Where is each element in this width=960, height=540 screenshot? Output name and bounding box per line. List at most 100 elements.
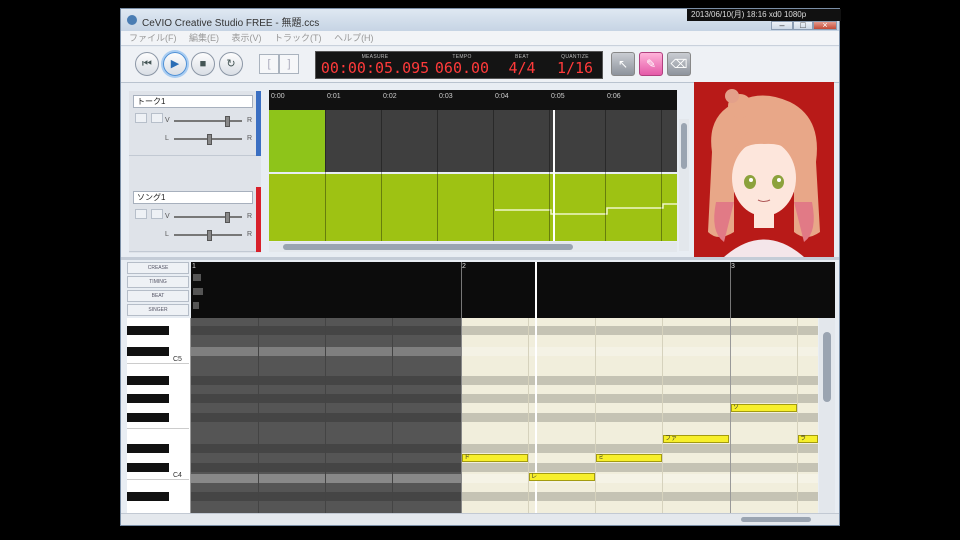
param-label[interactable]: SINGER xyxy=(127,304,189,316)
black-key[interactable] xyxy=(127,347,169,356)
menu-track[interactable]: トラック(T) xyxy=(274,31,322,46)
measure-ruler[interactable]: 1 2 3 xyxy=(191,262,835,318)
solo-button[interactable] xyxy=(151,209,163,219)
track-header-talk[interactable]: トーク1 V R L R xyxy=(129,91,261,156)
loop-button[interactable]: ↻ xyxy=(219,52,243,76)
arranger-vscrollbar[interactable] xyxy=(679,119,689,251)
note[interactable]: ド xyxy=(462,454,528,462)
play-button[interactable]: ▶ xyxy=(163,52,187,76)
note[interactable]: レ xyxy=(529,473,595,481)
mute-button[interactable] xyxy=(135,209,147,219)
black-key[interactable] xyxy=(127,376,169,385)
volume-max-label: R xyxy=(247,117,253,124)
param-label[interactable]: CREASE xyxy=(127,262,189,274)
pan-knob[interactable] xyxy=(207,230,212,241)
playhead[interactable] xyxy=(535,262,537,318)
loop-start-button[interactable]: [ xyxy=(259,54,279,74)
grid-line xyxy=(605,110,606,241)
volume-knob[interactable] xyxy=(225,116,230,127)
piano-roll-hscrollbar[interactable] xyxy=(121,513,839,525)
volume-slider[interactable] xyxy=(174,216,242,218)
black-key[interactable] xyxy=(127,326,169,335)
track-name[interactable]: トーク1 xyxy=(133,95,253,108)
piano-roll-vscrollbar[interactable] xyxy=(819,318,835,513)
black-key-row xyxy=(191,376,818,385)
talk-clip[interactable] xyxy=(269,110,325,172)
rewind-button[interactable]: ⏮ xyxy=(135,52,159,76)
volume-slider[interactable] xyxy=(174,120,242,122)
grid-line xyxy=(661,110,662,241)
beat-readout[interactable]: BEAT 4/4 xyxy=(498,54,546,77)
pointer-tool-button[interactable]: ↖ xyxy=(611,52,635,76)
play-icon: ▶ xyxy=(170,58,180,70)
playhead[interactable] xyxy=(535,318,537,513)
beat-line xyxy=(392,318,393,513)
note[interactable]: ラ xyxy=(798,435,818,443)
menu-file[interactable]: ファイル(F) xyxy=(129,31,177,46)
pencil-tool-button[interactable]: ✎ xyxy=(639,52,663,76)
arranger-time-ruler[interactable]: 0:00 0:01 0:02 0:03 0:04 0:05 0:06 xyxy=(269,90,677,110)
black-key[interactable] xyxy=(127,492,169,501)
ruler-tick: 0:02 xyxy=(383,93,397,100)
solo-button[interactable] xyxy=(151,113,163,123)
measure-number: 2 xyxy=(462,263,466,270)
note-lyric: ソ xyxy=(733,405,740,411)
quantize-readout[interactable]: QUANTIZE 1/16 xyxy=(550,54,600,77)
grid-line xyxy=(325,110,326,241)
stop-button[interactable]: ■ xyxy=(191,52,215,76)
mute-button[interactable] xyxy=(135,113,147,123)
bracket-right-icon: ] xyxy=(287,58,291,70)
black-key[interactable] xyxy=(127,463,169,472)
note-lyric: レ xyxy=(531,474,538,480)
maximize-button[interactable]: □ xyxy=(793,21,813,30)
black-key[interactable] xyxy=(127,394,169,403)
menu-view[interactable]: 表示(V) xyxy=(232,31,262,46)
scroll-thumb[interactable] xyxy=(823,332,831,402)
param-label[interactable]: TIMING xyxy=(127,276,189,288)
c5-row xyxy=(191,347,818,356)
talk-lane[interactable] xyxy=(269,110,677,172)
volume-max-label: R xyxy=(247,213,253,220)
character-portrait xyxy=(694,82,834,257)
scroll-thumb[interactable] xyxy=(283,244,573,250)
menu-help[interactable]: ヘルプ(H) xyxy=(334,31,374,46)
black-key-row xyxy=(191,413,818,422)
note[interactable]: ファ xyxy=(663,435,729,443)
track-headers: トーク1 V R L R ソング1 V R L R xyxy=(129,91,261,253)
song-lane[interactable] xyxy=(269,174,677,241)
pan-label: L xyxy=(165,135,169,142)
black-key[interactable] xyxy=(127,413,169,422)
black-key-row xyxy=(191,326,818,335)
tempo-readout[interactable]: TEMPO 060.00 xyxy=(432,54,492,77)
ruler-tick: 0:04 xyxy=(495,93,509,100)
grid-line xyxy=(549,110,550,241)
menu-bar: ファイル(F) 編集(E) 表示(V) トラック(T) ヘルプ(H) xyxy=(121,31,839,46)
measure-line xyxy=(730,318,731,513)
black-key[interactable] xyxy=(127,444,169,453)
pan-knob[interactable] xyxy=(207,134,212,145)
piano-keyboard[interactable]: C5 C4 xyxy=(127,318,191,513)
arranger-area[interactable] xyxy=(269,110,677,241)
volume-knob[interactable] xyxy=(225,212,230,223)
note-grid[interactable]: ド レ ミ ファ ソ ラ xyxy=(191,318,818,513)
scroll-thumb[interactable] xyxy=(741,517,811,522)
note[interactable]: ソ xyxy=(731,404,797,412)
note[interactable]: ミ xyxy=(596,454,662,462)
beat-line xyxy=(258,318,259,513)
track-name[interactable]: ソング1 xyxy=(133,191,253,204)
loop-end-button[interactable]: ] xyxy=(279,54,299,74)
param-label[interactable]: BEAT xyxy=(127,290,189,302)
beat-line xyxy=(528,318,529,513)
minimize-button[interactable]: – xyxy=(771,21,793,30)
scroll-thumb[interactable] xyxy=(681,123,687,169)
arranger-hscrollbar[interactable] xyxy=(269,242,677,252)
track-header-song[interactable]: ソング1 V R L R xyxy=(129,187,261,252)
key-divider xyxy=(127,428,189,429)
close-button[interactable]: × xyxy=(813,21,837,30)
time-value: 00:00:05.095 xyxy=(320,59,430,77)
playhead[interactable] xyxy=(553,110,555,241)
panel-divider[interactable] xyxy=(121,257,839,260)
measure-line xyxy=(461,318,462,513)
menu-edit[interactable]: 編集(E) xyxy=(189,31,219,46)
eraser-tool-button[interactable]: ⌫ xyxy=(667,52,691,76)
